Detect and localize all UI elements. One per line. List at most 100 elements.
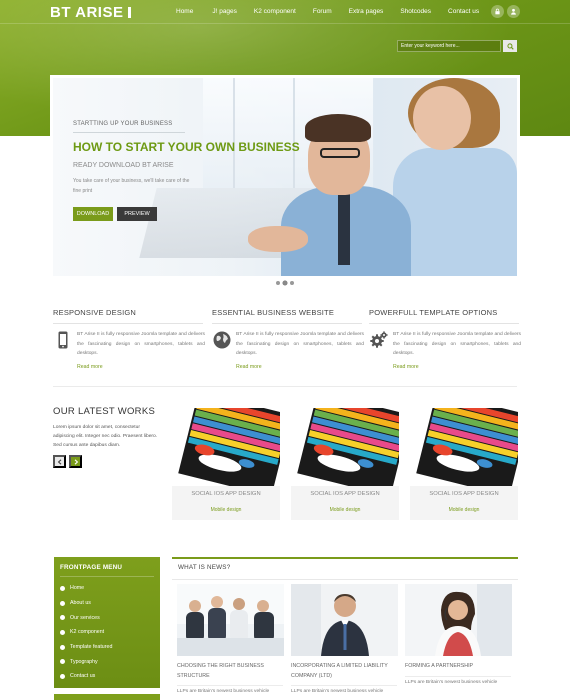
photo-man-tie: [338, 190, 350, 265]
photo-hand: [248, 226, 308, 252]
hero-slide: STARTTING UP YOUR BUSINESS HOW TO START …: [53, 78, 517, 276]
menu-item-template-featured[interactable]: Template featured: [60, 640, 156, 655]
slide-subtitle: READY DOWNLOAD BT ARISE: [73, 162, 174, 169]
account-icons: [491, 5, 520, 18]
search-bar: [397, 40, 517, 52]
frontpage-menu-title: FRONTPAGE MENU: [60, 564, 123, 571]
frontpage-menu-list: Home About us Our services K2 component …: [60, 581, 156, 684]
logo-text: BT ARISE: [50, 4, 124, 21]
download-button[interactable]: DOWNLOAD: [73, 207, 113, 221]
feature-title: ESSENTIAL BUSINESS WEBSITE: [212, 308, 335, 317]
slider-dot-2[interactable]: [283, 281, 287, 285]
slider-dot-1[interactable]: [276, 281, 280, 285]
menu-item-label: Typography: [70, 658, 98, 665]
news-item-excerpt: LLPs are Britain's newest business vehic…: [177, 689, 270, 694]
preview-button[interactable]: PREVIEW: [117, 207, 157, 221]
menu-item-k2-component[interactable]: K2 component: [60, 625, 156, 640]
globe-icon: [212, 330, 232, 350]
section-divider: [53, 386, 517, 387]
work-title: SOCIAL IOS APP DESIGN: [310, 491, 380, 497]
feature-title: POWERFULL TEMPLATE OPTIONS: [369, 308, 498, 317]
works-next-button[interactable]: [69, 455, 82, 468]
feature-divider: [53, 323, 203, 324]
work-category-link[interactable]: Mobile design: [291, 507, 399, 513]
news-title: WHAT IS NEWS?: [178, 564, 231, 571]
menu-item-our-services[interactable]: Our services: [60, 610, 156, 625]
user-icon[interactable]: [507, 5, 520, 18]
menu-item-home[interactable]: Home: [60, 581, 156, 596]
news-item-divider: [405, 675, 511, 677]
news-thumbnail: [291, 584, 398, 656]
search-button[interactable]: [503, 40, 517, 52]
menu-item-label: Our services: [70, 614, 100, 621]
menu-item-about-us[interactable]: About us: [60, 596, 156, 611]
work-thumbnail: [172, 408, 280, 486]
news-item-title[interactable]: CHOOSING THE RIGHT BUSINESS STRUCTURE: [177, 662, 284, 681]
nav-item-j-pages[interactable]: J! pages: [212, 8, 237, 15]
lock-icon[interactable]: [491, 5, 504, 18]
feature-text: BT Arise II is fully responsive Joomla t…: [393, 332, 521, 356]
menu-item-typography[interactable]: Typography: [60, 654, 156, 669]
news-thumbnail: [177, 584, 284, 656]
feature-essential-business-website: ESSENTIAL BUSINESS WEBSITE BT Arise II i…: [212, 308, 364, 370]
nav-item-home[interactable]: Home: [176, 8, 193, 15]
feature-powerfull-template-options: POWERFULL TEMPLATE OPTIONS BT Arise II i…: [369, 308, 521, 370]
photo-man-glasses: [320, 148, 360, 158]
nav-item-contact-us[interactable]: Contact us: [448, 8, 479, 15]
nav-item-shotcodes[interactable]: Shotcodes: [400, 8, 431, 15]
news-item-title[interactable]: INCORPORATING A LIMITED LIABILITY COMPAN…: [291, 662, 398, 681]
news-item[interactable]: FORMING A PARTNERSHIP LLPs are Britain's…: [405, 584, 512, 685]
work-title: SOCIAL IOS APP DESIGN: [429, 491, 499, 497]
nav-item-extra-pages[interactable]: Extra pages: [349, 8, 384, 15]
latest-works-title: OUR LATEST WORKS: [53, 406, 156, 417]
work-category-link[interactable]: Mobile design: [172, 507, 280, 513]
read-more-link[interactable]: Read more: [393, 364, 419, 370]
menu-item-contact-us[interactable]: Contact us: [60, 669, 156, 684]
news-item-excerpt: LLPs are Britain's newest business vehic…: [291, 689, 384, 694]
logo-bar-mark: [128, 7, 132, 18]
bullet-icon: [60, 673, 65, 679]
news-item[interactable]: INCORPORATING A LIMITED LIABILITY COMPAN…: [291, 584, 398, 694]
site-logo[interactable]: BT ARISE: [50, 4, 132, 21]
menu-item-label: Home: [70, 585, 85, 592]
nav-item-forum[interactable]: Forum: [313, 8, 332, 15]
read-more-link[interactable]: Read more: [77, 364, 103, 370]
slider-pagination: [276, 281, 294, 285]
read-more-link[interactable]: Read more: [236, 364, 262, 370]
bullet-icon: [60, 585, 65, 591]
work-card[interactable]: SOCIAL IOS APP DESIGN Mobile design: [410, 408, 518, 520]
work-thumbnail: [410, 408, 518, 486]
bullet-icon: [60, 659, 65, 665]
slide-title: HOW TO START YOUR OWN BUSINESS: [73, 140, 300, 154]
menu-item-label: Template featured: [70, 644, 113, 651]
photo-woman: [393, 148, 517, 276]
work-category-link[interactable]: Mobile design: [410, 507, 518, 513]
hero-slider: STARTTING UP YOUR BUSINESS HOW TO START …: [50, 75, 520, 279]
work-thumbnail: [291, 408, 399, 486]
search-icon: [506, 42, 514, 50]
latest-works-description: Lorem ipsum dolor sit amet, consectetur …: [53, 425, 158, 448]
feature-responsive-design: RESPONSIVE DESIGN BT Arise II is fully r…: [53, 308, 205, 370]
smartphone-icon: [53, 330, 73, 350]
work-card[interactable]: SOCIAL IOS APP DESIGN Mobile design: [291, 408, 399, 520]
feature-divider: [369, 323, 519, 324]
works-prev-button[interactable]: [53, 455, 66, 468]
bullet-icon: [60, 644, 65, 650]
top-navigation-bar: BT ARISE Home J! pages K2 component Foru…: [0, 0, 570, 24]
menu-item-label: K2 component: [70, 629, 105, 636]
frontpage-menu: FRONTPAGE MENU Home About us Our service…: [54, 557, 160, 688]
nav-item-k2-component[interactable]: K2 component: [254, 8, 296, 15]
news-divider: [172, 579, 518, 580]
photo-man-hair: [305, 114, 371, 142]
menu-item-label: About us: [70, 600, 91, 607]
menu-item-label: Contact us: [70, 673, 96, 680]
slide-tagline: STARTTING UP YOUR BUSINESS: [73, 121, 173, 127]
news-item-title[interactable]: FORMING A PARTNERSHIP: [405, 662, 512, 672]
chevron-right-icon: [74, 458, 78, 465]
feature-text: BT Arise II is fully responsive Joomla t…: [236, 332, 364, 356]
photo-woman-face: [413, 86, 471, 150]
news-item[interactable]: CHOOSING THE RIGHT BUSINESS STRUCTURE LL…: [177, 584, 284, 694]
work-card[interactable]: SOCIAL IOS APP DESIGN Mobile design: [172, 408, 280, 520]
slider-dot-3[interactable]: [290, 281, 294, 285]
search-input[interactable]: [397, 40, 501, 52]
